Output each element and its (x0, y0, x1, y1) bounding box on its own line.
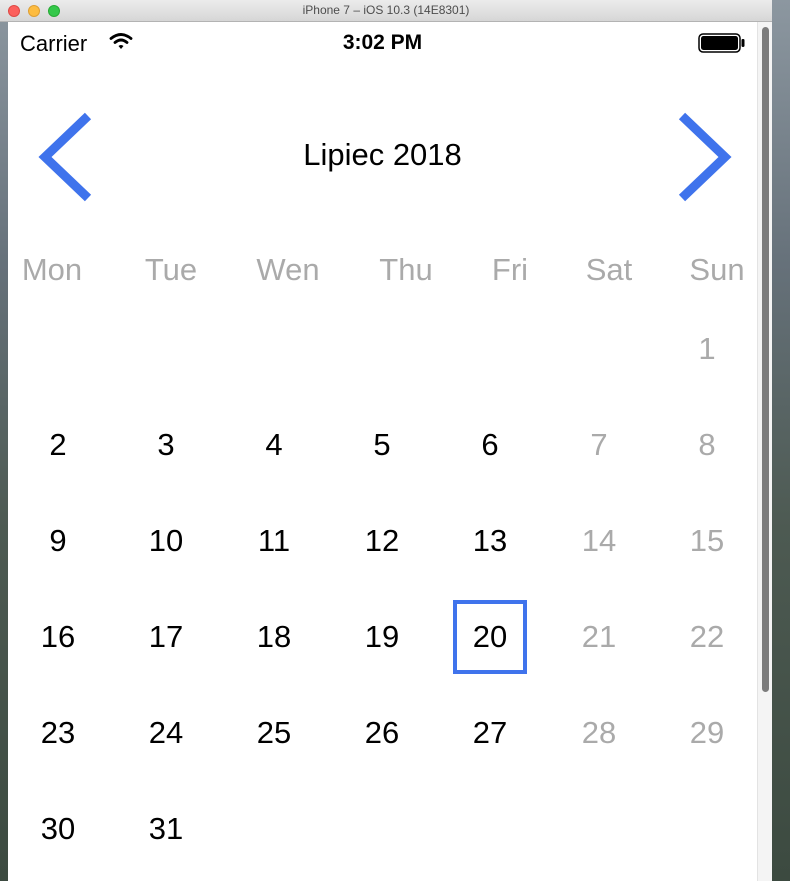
device-screen: Carrier 3:02 PM Lipiec 2018 Mon Tue Wen Thu… (8, 22, 757, 881)
weekday-sun: Sun (689, 252, 745, 287)
day-cell[interactable]: 10 (112, 516, 220, 566)
day-cell[interactable]: 14 (545, 516, 653, 566)
day-cell[interactable]: 13 (436, 516, 544, 566)
day-cell[interactable]: 18 (220, 612, 328, 662)
day-cell[interactable]: 6 (436, 420, 544, 470)
status-time: 3:02 PM (342, 31, 423, 54)
weekday-sat: Sat (585, 252, 633, 287)
day-cell[interactable]: 3 (112, 420, 220, 470)
chevron-right-icon (678, 112, 732, 202)
battery-icon (698, 33, 745, 53)
day-cell[interactable]: 28 (545, 708, 653, 758)
day-cell[interactable]: 7 (545, 420, 653, 470)
day-cell[interactable]: 30 (8, 804, 112, 854)
day-cell[interactable]: 19 (328, 612, 436, 662)
day-cell[interactable]: 8 (653, 420, 757, 470)
scrollbar-thumb[interactable] (762, 27, 769, 692)
day-cell[interactable]: 17 (112, 612, 220, 662)
day-cell[interactable]: 11 (220, 516, 328, 566)
day-cell[interactable]: 2 (8, 420, 112, 470)
window-title: iPhone 7 – iOS 10.3 (14E8301) (302, 3, 470, 17)
day-cell[interactable]: 16 (8, 612, 112, 662)
day-cell[interactable]: 9 (8, 516, 112, 566)
day-cell[interactable]: 27 (436, 708, 544, 758)
day-cell[interactable]: 12 (328, 516, 436, 566)
month-title: Lipiec 2018 (303, 137, 462, 172)
weekday-tue: Tue (144, 252, 198, 287)
weekday-fri: Fri (491, 252, 529, 287)
day-cell[interactable]: 25 (220, 708, 328, 758)
day-cell[interactable]: 21 (545, 612, 653, 662)
weekday-thu: Thu (379, 252, 433, 287)
day-cell[interactable]: 24 (112, 708, 220, 758)
day-cell[interactable]: 22 (653, 612, 757, 662)
day-cell[interactable]: 20 (436, 612, 544, 662)
day-cell[interactable]: 29 (653, 708, 757, 758)
weekday-mon: Mon (21, 252, 83, 287)
status-bar: Carrier 3:02 PM (8, 22, 757, 64)
weekday-wen: Wen (256, 252, 320, 287)
day-cell[interactable]: 1 (653, 324, 757, 374)
day-cell[interactable]: 5 (328, 420, 436, 470)
day-cell[interactable]: 23 (8, 708, 112, 758)
weekday-header: Mon Tue Wen Thu Fri Sat Sun (8, 252, 757, 292)
day-cell[interactable]: 26 (328, 708, 436, 758)
day-cell[interactable]: 31 (112, 804, 220, 854)
day-cell[interactable]: 4 (220, 420, 328, 470)
window-titlebar: iPhone 7 – iOS 10.3 (14E8301) (0, 0, 772, 22)
next-month-button[interactable] (670, 110, 740, 204)
day-cell[interactable]: 15 (653, 516, 757, 566)
